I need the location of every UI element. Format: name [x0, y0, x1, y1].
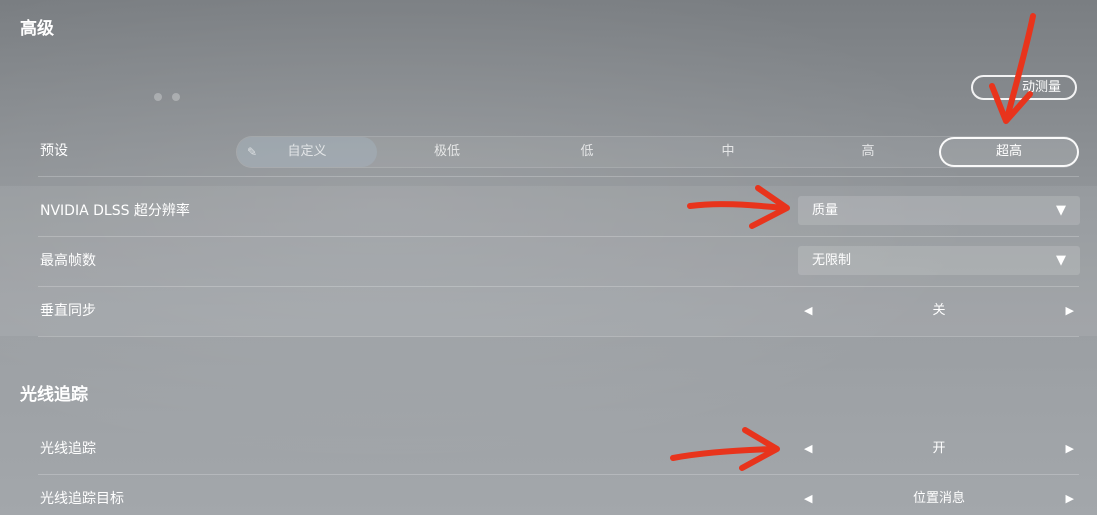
preset-option-medium[interactable]: 中 — [658, 137, 798, 167]
raytracing-stepper: ◀ 开 ▶ — [798, 434, 1080, 463]
auto-measure-button[interactable]: 动测量 — [971, 75, 1077, 100]
chevron-down-icon: ▼ — [1056, 253, 1066, 268]
preset-option-high[interactable]: 高 — [798, 137, 938, 167]
preset-selector: ✎ 自定义 极低 低 中 高 超高 — [236, 136, 1079, 168]
dlss-value: 质量 — [812, 203, 839, 218]
section-title-advanced: 高级 — [20, 19, 54, 39]
dlss-dropdown[interactable]: 质量 ▼ — [798, 196, 1080, 225]
vsync-row: 垂直同步 ◀ 关 ▶ — [38, 286, 1079, 337]
raytracing-target-row: 光线追踪目标 ◀ 位置消息 ▶ — [38, 474, 1079, 515]
raytracing-label: 光线追踪 — [40, 441, 96, 457]
section-title-raytracing: 光线追踪 — [20, 385, 88, 405]
max-fps-dropdown[interactable]: 无限制 ▼ — [798, 246, 1080, 275]
max-fps-label: 最高帧数 — [40, 253, 96, 269]
raytracing-target-value: 位置消息 — [912, 491, 965, 506]
dlss-row: NVIDIA DLSS 超分辨率 质量 ▼ — [38, 186, 1080, 237]
arrow-right-icon[interactable]: ▶ — [1066, 484, 1074, 513]
preset-label: 预设 — [40, 143, 68, 159]
preset-row: 预设 ✎ 自定义 极低 低 中 高 超高 — [38, 126, 1079, 177]
annotation-arrow-ultra — [989, 13, 1036, 124]
preset-option-low[interactable]: 低 — [517, 137, 657, 167]
preset-option-very-low[interactable]: 极低 — [377, 137, 517, 167]
vsync-stepper: ◀ 关 ▶ — [798, 296, 1080, 325]
preset-option-custom[interactable]: ✎ 自定义 — [237, 137, 377, 167]
dot — [172, 93, 180, 101]
dot — [154, 93, 162, 101]
arrow-right-icon[interactable]: ▶ — [1066, 296, 1074, 325]
raytracing-target-label: 光线追踪目标 — [40, 491, 124, 507]
max-fps-row: 最高帧数 无限制 ▼ — [38, 236, 1080, 287]
arrow-right-icon[interactable]: ▶ — [1066, 434, 1074, 463]
dlss-label: NVIDIA DLSS 超分辨率 — [40, 203, 190, 219]
page-indicator-dots — [154, 86, 190, 105]
vsync-value: 关 — [932, 303, 946, 318]
raytracing-value: 开 — [932, 441, 946, 456]
vsync-label: 垂直同步 — [40, 303, 96, 319]
max-fps-value: 无限制 — [812, 253, 852, 268]
chevron-down-icon: ▼ — [1056, 203, 1066, 218]
raytracing-target-stepper: ◀ 位置消息 ▶ — [798, 484, 1080, 513]
raytracing-row: 光线追踪 ◀ 开 ▶ — [38, 424, 1079, 475]
pencil-icon: ✎ — [247, 145, 258, 159]
preset-option-ultra[interactable]: 超高 — [939, 137, 1079, 167]
